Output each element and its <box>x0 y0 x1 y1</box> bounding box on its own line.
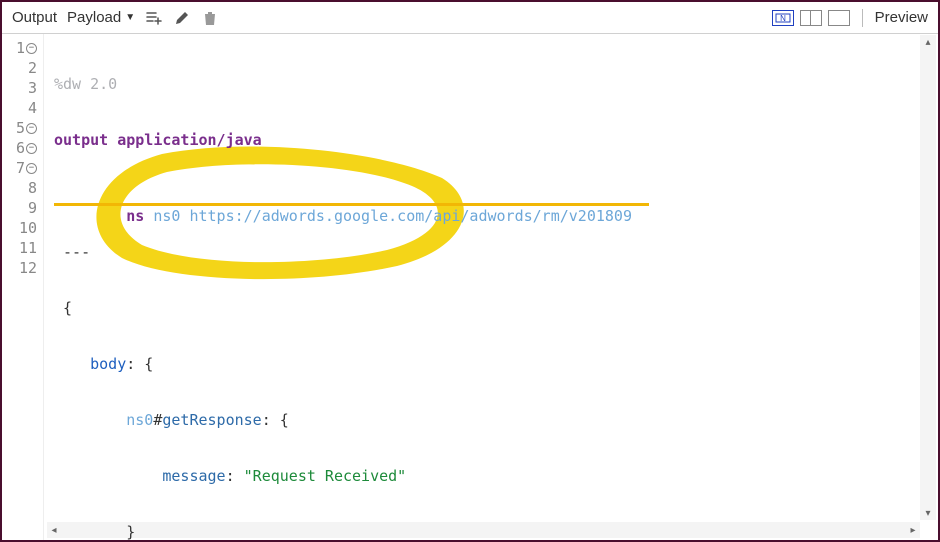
app-frame: Output Payload ▼ N <box>0 0 940 542</box>
code-text: ns <box>126 207 144 225</box>
line-number: 12 <box>19 258 37 278</box>
line-number: 2 <box>28 58 37 78</box>
fold-icon[interactable]: − <box>26 123 37 134</box>
add-list-icon[interactable] <box>145 9 163 27</box>
underline-annotation <box>54 203 649 206</box>
code-text: message <box>162 467 225 485</box>
code-text: } <box>126 523 135 540</box>
view-single-button[interactable]: N <box>772 10 794 26</box>
code-text: { <box>54 299 72 317</box>
code-text <box>54 355 90 373</box>
code-text: "Request Received" <box>244 467 407 485</box>
line-number: 6 <box>16 138 25 158</box>
toolbar: Output Payload ▼ N <box>2 2 938 34</box>
payload-label: Payload <box>67 9 121 26</box>
line-number: 1 <box>16 38 25 58</box>
chevron-down-icon: ▼ <box>125 12 135 23</box>
code-text: %dw 2.0 <box>54 75 117 93</box>
toolbar-left: Output Payload ▼ <box>12 9 219 27</box>
separator <box>862 9 863 27</box>
code-text: : { <box>262 411 289 429</box>
line-number: 7 <box>16 158 25 178</box>
code-text: : <box>226 467 244 485</box>
code-text <box>54 523 126 540</box>
code-text <box>54 467 162 485</box>
fold-icon[interactable]: − <box>26 43 37 54</box>
line-gutter: 1− 2 3 4 5− 6− 7− 8 9 10 11 12 <box>2 34 44 540</box>
code-text: ns0 https://adwords.google.com/api/adwor… <box>144 207 632 225</box>
code-text: : { <box>126 355 153 373</box>
line-number: 8 <box>28 178 37 198</box>
output-label: Output <box>12 9 57 26</box>
code-content[interactable]: %dw 2.0 output application/java ns ns0 h… <box>44 34 938 540</box>
line-number: 11 <box>19 238 37 258</box>
line-number: 10 <box>19 218 37 238</box>
code-text: --- <box>54 243 90 261</box>
fold-icon[interactable]: − <box>26 143 37 154</box>
toolbar-right: N Preview <box>772 9 928 27</box>
line-number: 4 <box>28 98 37 118</box>
preview-label[interactable]: Preview <box>875 9 928 26</box>
code-text: getResponse <box>162 411 261 429</box>
code-text: body <box>90 355 126 373</box>
code-text: output <box>54 131 108 149</box>
edit-icon[interactable] <box>173 9 191 27</box>
fold-icon[interactable]: − <box>26 163 37 174</box>
code-editor[interactable]: 1− 2 3 4 5− 6− 7− 8 9 10 11 12 %dw 2.0 o… <box>2 34 938 540</box>
code-text: application/java <box>108 131 262 149</box>
line-number: 5 <box>16 118 25 138</box>
line-number: 3 <box>28 78 37 98</box>
svg-text:N: N <box>780 14 786 23</box>
code-text <box>54 411 126 429</box>
payload-dropdown[interactable]: Payload ▼ <box>67 9 135 26</box>
delete-icon[interactable] <box>201 9 219 27</box>
view-full-button[interactable] <box>828 10 850 26</box>
view-split-button[interactable] <box>800 10 822 26</box>
code-text: ns0 <box>126 411 153 429</box>
line-number: 9 <box>28 198 37 218</box>
